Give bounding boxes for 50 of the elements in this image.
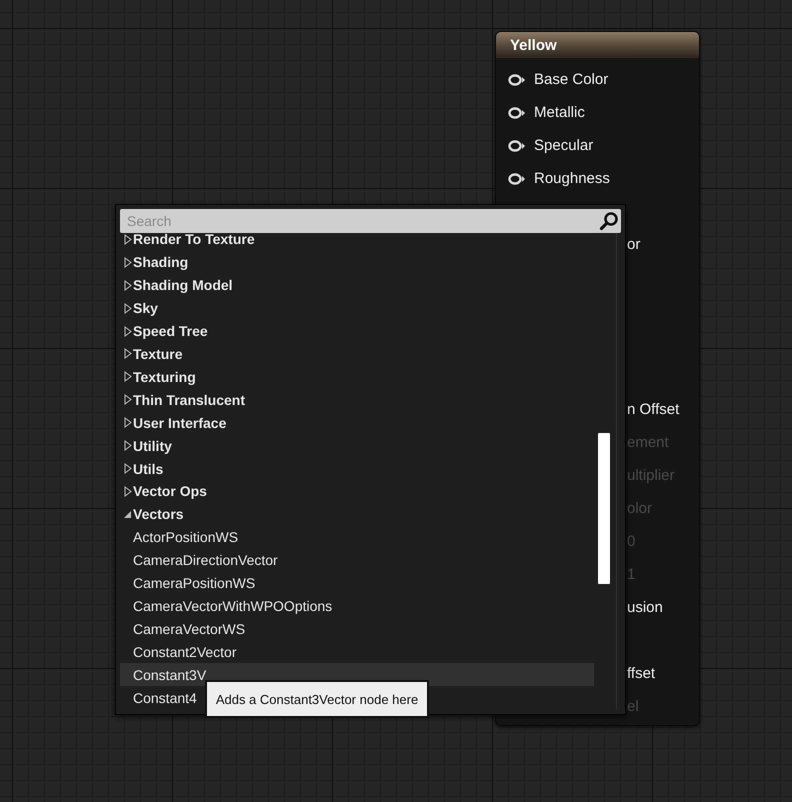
category-item[interactable]: Sky <box>120 296 594 320</box>
expand-arrow-icon[interactable] <box>124 394 132 406</box>
pin-icon[interactable] <box>508 140 526 152</box>
node-type-item[interactable]: CameraVectorWS <box>120 617 594 640</box>
expand-arrow-icon[interactable] <box>124 463 132 474</box>
node-title: Yellow <box>496 32 699 58</box>
category-item[interactable]: Shading Model <box>120 274 594 297</box>
category-item[interactable]: User Interface <box>120 411 594 434</box>
category-item[interactable]: Texturing <box>120 365 594 388</box>
node-type-item[interactable]: Constant2Vector <box>120 640 594 664</box>
node-type-item[interactable]: CameraVectorWithWPOOptions <box>120 594 594 618</box>
category-item[interactable]: Thin Translucent <box>120 388 594 412</box>
node-type-item[interactable]: CameraPositionWS <box>120 572 594 594</box>
pin-label: n Offset <box>627 401 680 418</box>
collapse-arrow-icon[interactable] <box>123 510 132 519</box>
pin-label: ffset <box>627 665 656 682</box>
expand-arrow-icon[interactable] <box>124 326 132 337</box>
pin-icon[interactable] <box>508 74 526 86</box>
expand-arrow-icon[interactable] <box>124 302 132 314</box>
node-type-item[interactable]: ActorPositionWS <box>120 526 594 549</box>
category-item[interactable]: Render To Texture <box>120 233 594 251</box>
expand-arrow-icon[interactable] <box>124 234 132 245</box>
category-item[interactable]: Utils <box>120 457 594 480</box>
category-item[interactable]: Vectors <box>120 502 594 526</box>
node-type-item[interactable]: CameraDirectionVector <box>120 548 594 572</box>
pin-label: Base Color <box>534 71 608 88</box>
pin-label: Roughness <box>534 170 610 187</box>
tooltip: Adds a Constant3Vector node here <box>205 680 429 718</box>
pin-icon[interactable] <box>508 106 526 118</box>
category-item[interactable]: Texture <box>120 342 594 366</box>
search-field[interactable]: Search <box>127 213 599 229</box>
expand-arrow-icon[interactable] <box>124 486 132 497</box>
category-item[interactable]: Shading <box>120 250 594 274</box>
category-item[interactable]: Speed Tree <box>120 320 594 343</box>
pin-label: Specular <box>534 137 594 154</box>
search-icon[interactable] <box>599 211 619 231</box>
pin-label: Metallic <box>534 104 585 121</box>
expand-arrow-icon[interactable] <box>124 440 132 452</box>
search-bar[interactable]: Search <box>120 209 621 233</box>
expand-arrow-icon[interactable] <box>124 371 132 382</box>
pin-label: or <box>627 236 640 253</box>
expand-arrow-icon[interactable] <box>124 280 132 291</box>
category-item[interactable]: Utility <box>120 434 594 458</box>
category-item[interactable]: Vector Ops <box>120 480 594 503</box>
expand-arrow-icon[interactable] <box>124 256 132 268</box>
pin-label: usion <box>627 599 663 616</box>
scrollbar-thumb[interactable] <box>598 433 610 584</box>
expand-arrow-icon[interactable] <box>124 417 132 428</box>
pin-icon[interactable] <box>508 172 526 184</box>
expand-arrow-icon[interactable] <box>124 348 132 360</box>
